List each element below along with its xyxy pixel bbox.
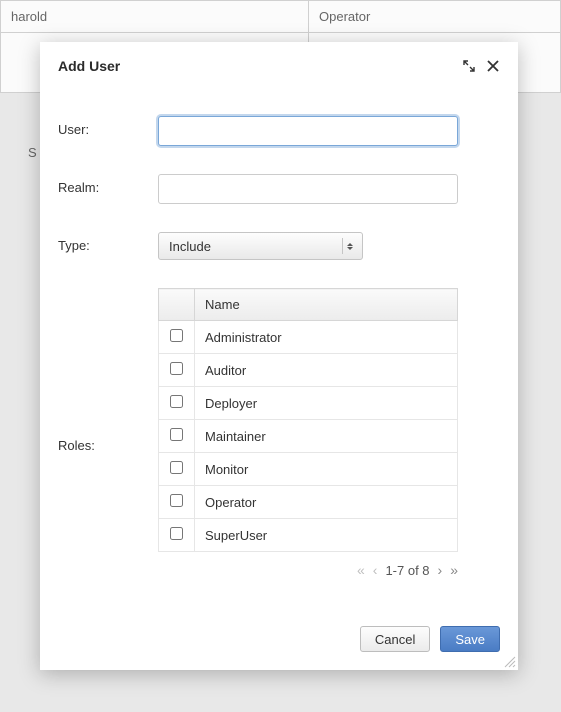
table-row: Administrator bbox=[159, 321, 458, 354]
resize-handle-icon[interactable] bbox=[502, 654, 516, 668]
pager-prev-icon[interactable]: ‹ bbox=[373, 562, 378, 578]
role-checkbox-monitor[interactable] bbox=[170, 461, 183, 474]
label-type: Type: bbox=[58, 232, 158, 253]
role-checkbox-administrator[interactable] bbox=[170, 329, 183, 342]
table-row: Deployer bbox=[159, 387, 458, 420]
row-type: Type: Include bbox=[58, 232, 500, 260]
role-name: Deployer bbox=[195, 387, 458, 420]
role-checkbox-auditor[interactable] bbox=[170, 362, 183, 375]
pager-last-icon[interactable]: » bbox=[450, 562, 458, 578]
role-checkbox-maintainer[interactable] bbox=[170, 428, 183, 441]
role-name: SuperUser bbox=[195, 519, 458, 552]
pager-first-icon[interactable]: « bbox=[357, 562, 365, 578]
modal-footer: Cancel Save bbox=[40, 614, 518, 670]
role-name: Auditor bbox=[195, 354, 458, 387]
role-checkbox-deployer[interactable] bbox=[170, 395, 183, 408]
pager: « ‹ 1-7 of 8 › » bbox=[158, 552, 458, 578]
modal-body: User: Realm: Type: Include Roles: bbox=[40, 88, 518, 614]
bg-letter: S bbox=[28, 145, 37, 160]
table-row: SuperUser bbox=[159, 519, 458, 552]
role-name: Monitor bbox=[195, 453, 458, 486]
role-name: Administrator bbox=[195, 321, 458, 354]
role-name: Maintainer bbox=[195, 420, 458, 453]
table-row: Auditor bbox=[159, 354, 458, 387]
modal-title: Add User bbox=[58, 58, 120, 74]
type-select-value: Include bbox=[169, 239, 211, 254]
label-roles: Roles: bbox=[58, 288, 158, 453]
roles-header-name: Name bbox=[195, 289, 458, 321]
roles-header-checkbox bbox=[159, 289, 195, 321]
row-user: User: bbox=[58, 116, 500, 146]
user-input[interactable] bbox=[158, 116, 458, 146]
chevron-up-down-icon bbox=[342, 238, 356, 254]
realm-input[interactable] bbox=[158, 174, 458, 204]
cancel-button[interactable]: Cancel bbox=[360, 626, 430, 652]
role-checkbox-superuser[interactable] bbox=[170, 527, 183, 540]
role-checkbox-operator[interactable] bbox=[170, 494, 183, 507]
label-user: User: bbox=[58, 116, 158, 137]
close-icon[interactable] bbox=[486, 59, 500, 73]
row-roles: Roles: Name Administrator bbox=[58, 288, 500, 578]
bg-cell-user: harold bbox=[1, 1, 309, 33]
pager-text: 1-7 of 8 bbox=[385, 563, 429, 578]
bg-cell-role: Operator bbox=[309, 1, 561, 33]
pager-next-icon[interactable]: › bbox=[438, 562, 443, 578]
type-select[interactable]: Include bbox=[158, 232, 363, 260]
add-user-modal: Add User User: Realm: Type: bbox=[40, 42, 518, 670]
save-button[interactable]: Save bbox=[440, 626, 500, 652]
role-name: Operator bbox=[195, 486, 458, 519]
table-row: Maintainer bbox=[159, 420, 458, 453]
label-realm: Realm: bbox=[58, 174, 158, 195]
modal-header-controls bbox=[462, 59, 500, 73]
roles-table: Name Administrator Auditor bbox=[158, 288, 458, 552]
table-row: Monitor bbox=[159, 453, 458, 486]
expand-icon[interactable] bbox=[462, 59, 476, 73]
table-row: Operator bbox=[159, 486, 458, 519]
row-realm: Realm: bbox=[58, 174, 500, 204]
modal-header: Add User bbox=[40, 42, 518, 88]
